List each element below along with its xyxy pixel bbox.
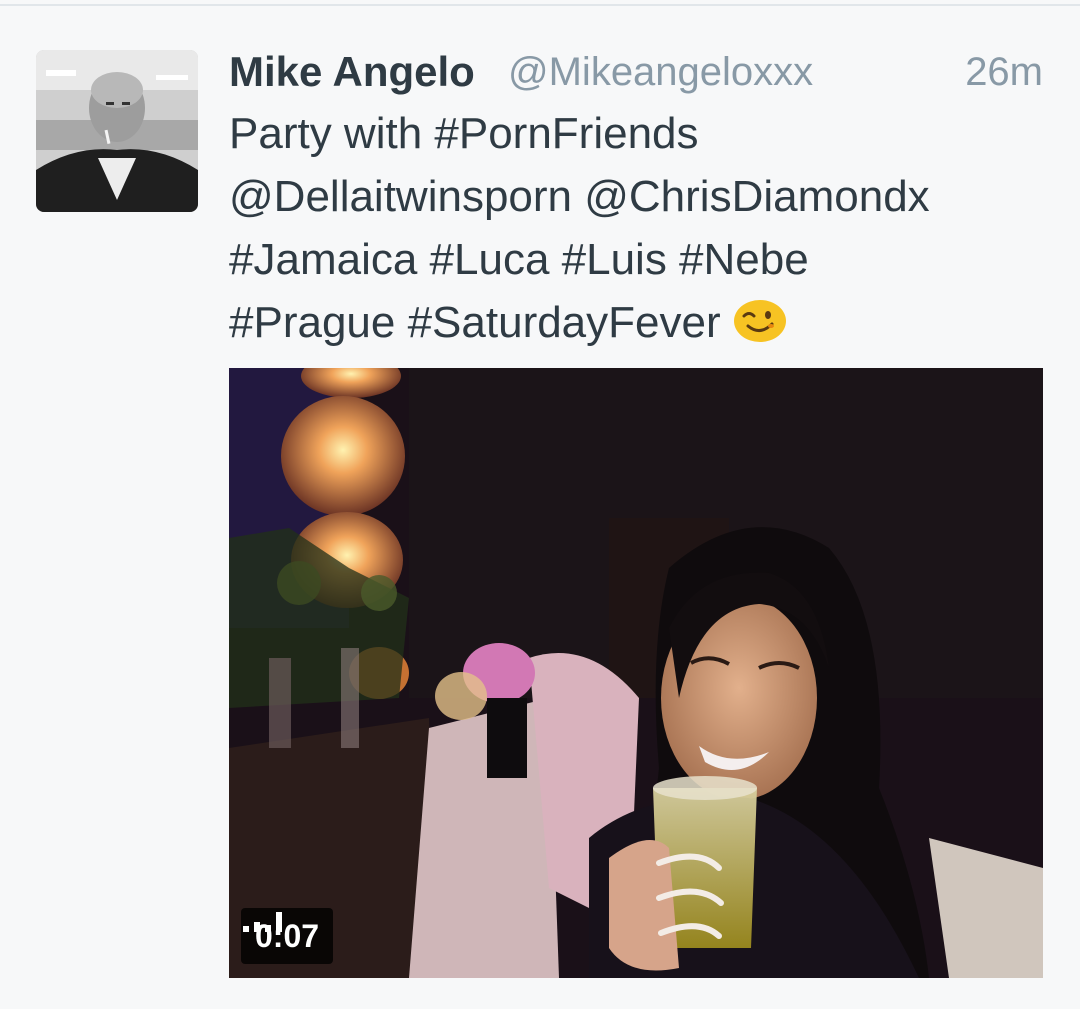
video-player[interactable]: 0:07 [229, 368, 1043, 978]
tweet-text-line: #Prague #SaturdayFever [229, 298, 721, 347]
timestamp[interactable]: 26m [965, 44, 1043, 100]
video-info-badge: 0:07 [241, 908, 334, 964]
tweet-text-line: Party with #PornFriends [229, 109, 699, 158]
tweet-text-line: #Jamaica #Luca #Luis #Nebe [229, 235, 809, 284]
tweet-header: Mike Angelo @Mikeangeloxxx 26m [229, 44, 1049, 100]
video-frame [229, 368, 1043, 978]
tweet-card[interactable]: Mike Angelo @Mikeangeloxxx 26m Party wit… [0, 6, 1080, 1009]
winking-face-icon [733, 300, 786, 342]
user-handle[interactable]: @Mikeangeloxxx [508, 44, 813, 100]
avatar-photo [36, 50, 198, 212]
tweet-text-line-last: #Prague #SaturdayFever [229, 291, 1059, 354]
display-name[interactable]: Mike Angelo [229, 44, 475, 100]
tweet-text-line: @Dellaitwinsporn @ChrisDiamondx [229, 172, 930, 221]
volume-bars-icon[interactable] [241, 908, 283, 934]
avatar[interactable] [36, 50, 198, 212]
tweet-text: Party with #PornFriends @Dellaitwinsporn… [229, 102, 1059, 354]
